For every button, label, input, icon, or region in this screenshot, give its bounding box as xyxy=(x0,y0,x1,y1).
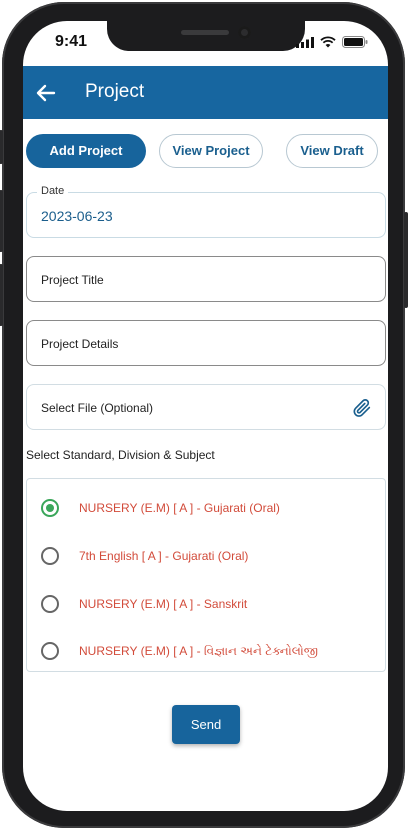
tab-view-draft[interactable]: View Draft xyxy=(286,134,378,168)
project-details-input[interactable]: Project Details xyxy=(26,320,386,366)
status-icons xyxy=(296,36,368,48)
subject-option[interactable]: 7th English [ A ] - Gujarati (Oral) xyxy=(27,541,385,571)
subject-option[interactable]: NURSERY (E.M) [ A ] - Sanskrit xyxy=(27,589,385,619)
wifi-icon xyxy=(320,36,336,48)
subject-radio-group: NURSERY (E.M) [ A ] - Gujarati (Oral) 7t… xyxy=(26,478,386,672)
send-button[interactable]: Send xyxy=(172,705,240,744)
radio-unchecked-icon[interactable] xyxy=(41,547,59,565)
subject-option[interactable]: NURSERY (E.M) [ A ] - વિજ્ઞાન અને ટેક્નો… xyxy=(27,636,385,666)
date-field[interactable]: Date 2023-06-23 xyxy=(26,185,386,238)
device-notch xyxy=(107,21,305,51)
radio-checked-icon[interactable] xyxy=(41,499,59,517)
paperclip-icon[interactable] xyxy=(351,397,373,419)
tab-view-project[interactable]: View Project xyxy=(159,134,263,168)
volume-up-button xyxy=(0,190,3,252)
tab-add-project[interactable]: Add Project xyxy=(26,134,146,168)
subject-option[interactable]: NURSERY (E.M) [ A ] - Gujarati (Oral) xyxy=(27,493,385,523)
subject-option-label: NURSERY (E.M) [ A ] - Sanskrit xyxy=(79,597,248,611)
signal-icon xyxy=(296,36,314,48)
battery-icon xyxy=(342,36,368,48)
subject-section-label: Select Standard, Division & Subject xyxy=(26,448,215,462)
status-time: 9:41 xyxy=(55,33,88,50)
project-title-placeholder: Project Title xyxy=(41,273,104,287)
subject-option-label: 7th English [ A ] - Gujarati (Oral) xyxy=(79,549,249,563)
subject-option-label: NURSERY (E.M) [ A ] - વિજ્ઞાન અને ટેક્નો… xyxy=(79,644,319,658)
arrow-left-icon[interactable] xyxy=(35,82,57,104)
radio-unchecked-icon[interactable] xyxy=(41,642,59,660)
speaker-grille xyxy=(181,30,229,35)
app-screen: 9:41 Project Add Project View Project Vi… xyxy=(23,21,388,811)
volume-down-button xyxy=(0,264,3,326)
date-field-value: 2023-06-23 xyxy=(41,208,113,224)
radio-unchecked-icon[interactable] xyxy=(41,595,59,613)
phone-frame: 9:41 Project Add Project View Project Vi… xyxy=(0,2,408,828)
subject-option-label: NURSERY (E.M) [ A ] - Gujarati (Oral) xyxy=(79,501,280,515)
project-details-placeholder: Project Details xyxy=(41,337,119,351)
date-field-label: Date xyxy=(37,185,69,197)
select-file-field[interactable]: Select File (Optional) xyxy=(26,384,386,430)
app-header: Project xyxy=(23,66,388,119)
power-button xyxy=(404,212,408,308)
page-title: Project xyxy=(85,81,145,102)
select-file-label: Select File (Optional) xyxy=(41,401,154,415)
front-camera xyxy=(238,26,251,39)
mute-switch xyxy=(0,130,3,164)
project-title-input[interactable]: Project Title xyxy=(26,256,386,302)
